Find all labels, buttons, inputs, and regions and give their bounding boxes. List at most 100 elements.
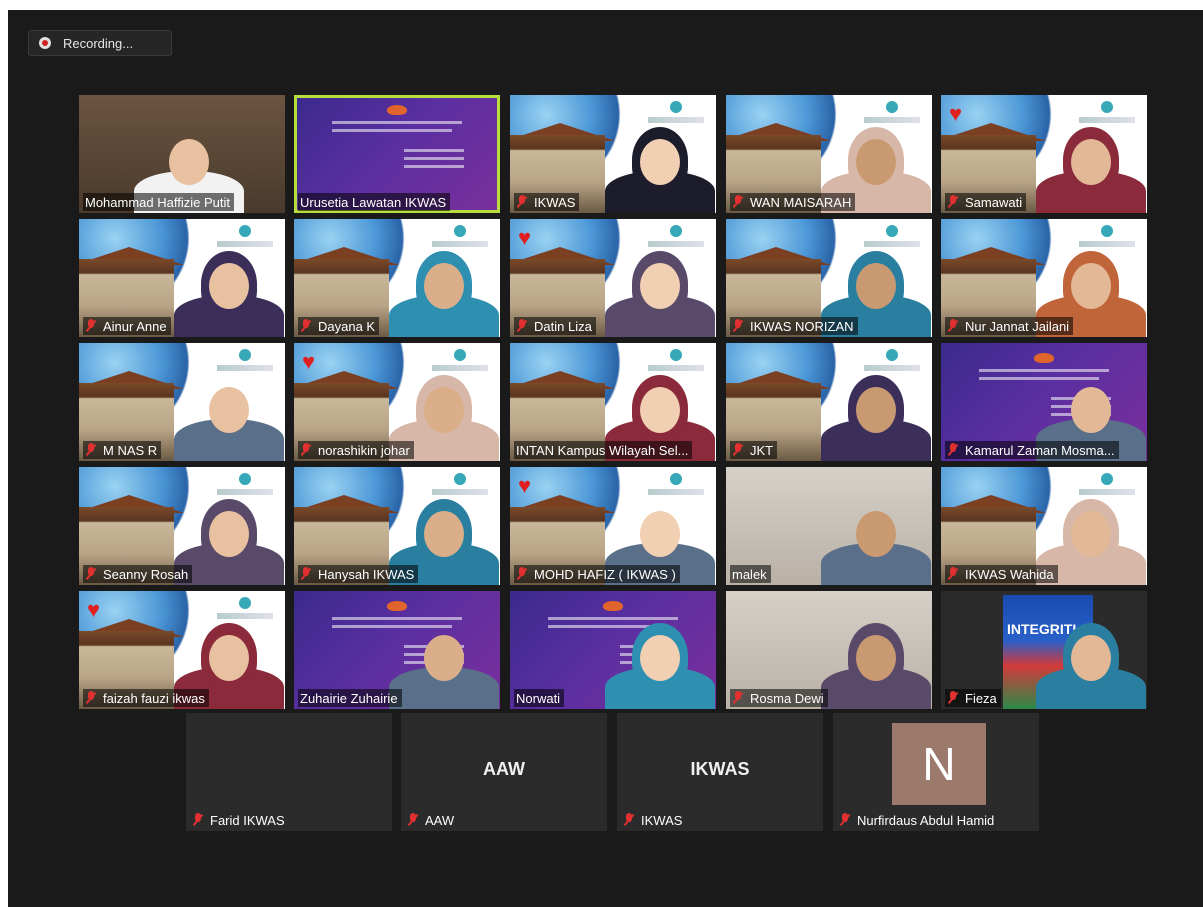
participant-tile[interactable]: N Nurfirdaus Abdul Hamid [833,713,1039,831]
muted-mic-icon [947,443,959,457]
participant-tile[interactable]: AAW AAW [401,713,607,831]
banner-text-line [404,149,464,152]
muted-mic-icon [192,813,204,827]
banner-text-line [404,165,464,168]
participant-name: M NAS R [103,442,158,458]
participant-tile[interactable]: WAN MAISARAH [726,95,932,213]
participant-tile[interactable]: Mohammad Haffizie Putit [79,95,285,213]
participant-video-person [821,361,931,461]
participant-tile[interactable]: ♥ faizah fauzi ikwas [79,591,285,709]
participant-name-tag: Samawati [945,193,1027,211]
participant-tile[interactable]: IKWAS NORIZAN [726,219,932,337]
participant-video-person [174,361,284,461]
participant-name-tag: AAW [405,811,458,829]
participant-tile[interactable]: IKWAS IKWAS [617,713,823,831]
participant-name-tag: M NAS R [83,441,162,459]
banner-text-line [332,121,462,124]
participant-name: Hanysah IKWAS [318,566,415,582]
participant-video-person [605,237,715,337]
participant-tile[interactable]: malek [726,467,932,585]
participant-name-tag: INTAN Kampus Wilayah Sel... [514,441,693,459]
muted-mic-icon [300,443,312,457]
participant-tile[interactable]: M NAS R [79,343,285,461]
participant-name-tag: WAN MAISARAH [730,193,856,211]
participant-name-tag: Rosma Dewi [730,689,828,707]
participant-tile[interactable]: INTEGRITI Fieza [941,591,1147,709]
participant-name: JKT [750,442,774,458]
avatar: N [892,723,986,805]
participant-tile[interactable]: Ainur Anne [79,219,285,337]
participant-name-tag: Nurfirdaus Abdul Hamid [837,811,998,829]
participant-name: Farid IKWAS [210,812,285,828]
participant-name-tag: IKWAS NORIZAN [730,317,858,335]
institution-logo-icon [239,225,251,237]
muted-mic-icon [85,567,97,581]
participant-name: IKWAS NORIZAN [750,318,854,334]
muted-mic-icon [947,195,959,209]
participant-name: faizah fauzi ikwas [103,690,205,706]
participant-video-person [821,485,931,585]
participant-name-tag: Farid IKWAS [190,811,289,829]
participant-tile[interactable]: Seanny Rosah [79,467,285,585]
recording-label: Recording... [63,35,134,51]
institution-logo-icon [239,597,251,609]
participant-tile[interactable]: IKWAS [510,95,716,213]
muted-mic-icon [85,443,97,457]
institution-logo-icon [670,473,682,485]
participant-name: Zuhairie Zuhairie [300,690,398,706]
muted-mic-icon [300,319,312,333]
participant-name: IKWAS [534,194,576,210]
participant-name-tag: Ainur Anne [83,317,171,335]
participant-tile[interactable]: JKT [726,343,932,461]
muted-mic-icon [732,443,744,457]
participant-tile[interactable]: Nur Jannat Jailani [941,219,1147,337]
participant-name-tag: Mohammad Haffizie Putit [83,193,234,211]
participant-video-person [1036,609,1146,709]
muted-mic-icon [623,813,635,827]
participant-name: Dayana K [318,318,376,334]
institution-logo-icon [239,473,251,485]
participant-name-tag: JKT [730,441,778,459]
participant-tile[interactable]: Zuhairie Zuhairie [294,591,500,709]
participant-tile[interactable]: ♥ Samawati [941,95,1147,213]
participant-tile[interactable]: Hanysah IKWAS [294,467,500,585]
muted-mic-icon [85,691,97,705]
participant-tile[interactable]: INTAN Kampus Wilayah Sel... [510,343,716,461]
participant-tile[interactable]: Dayana K [294,219,500,337]
participant-tile[interactable]: Farid IKWAS [186,713,392,831]
participant-tile[interactable]: ♥ norashikin johar [294,343,500,461]
meeting-window: Recording... Mohammad Haffizie Putit Urus… [8,10,1203,907]
participant-tile[interactable]: ♥ Datin Liza [510,219,716,337]
participant-name: Mohammad Haffizie Putit [85,194,230,210]
participant-name: norashikin johar [318,442,410,458]
participant-tile[interactable]: IKWAS Wahida [941,467,1147,585]
participant-video-person [389,609,499,709]
banner-text-line [332,129,452,132]
muted-mic-icon [85,319,97,333]
participant-name: Nur Jannat Jailani [965,318,1070,334]
participant-name: Kamarul Zaman Mosma... [965,442,1115,458]
muted-mic-icon [947,567,959,581]
institution-logo-icon [670,225,682,237]
institution-logo-icon [454,349,466,361]
participant-display-name: AAW [483,759,525,779]
participant-tile[interactable]: Kamarul Zaman Mosma... [941,343,1147,461]
participant-display-name: IKWAS [690,759,750,779]
participant-name: AAW [425,812,455,828]
participant-video-person [174,237,284,337]
heart-reaction-icon: ♥ [518,473,532,498]
participant-tile[interactable]: Rosma Dewi [726,591,932,709]
participant-tile[interactable]: Norwati [510,591,716,709]
participant-name: IKWAS Wahida [965,566,1054,582]
participant-name-tag: Datin Liza [514,317,596,335]
record-icon [39,37,51,49]
participant-name: Urusetia Lawatan IKWAS [300,194,447,210]
heart-reaction-icon: ♥ [87,597,101,622]
institution-logo-icon [670,349,682,361]
participant-tile[interactable]: Urusetia Lawatan IKWAS [294,95,500,213]
recording-indicator[interactable]: Recording... [28,30,172,56]
participant-tile[interactable]: ♥ MOHD HAFIZ ( IKWAS ) [510,467,716,585]
participant-name-tag: Norwati [514,689,565,707]
heart-reaction-icon: ♥ [302,349,316,374]
participant-name-tag: Seanny Rosah [83,565,193,583]
